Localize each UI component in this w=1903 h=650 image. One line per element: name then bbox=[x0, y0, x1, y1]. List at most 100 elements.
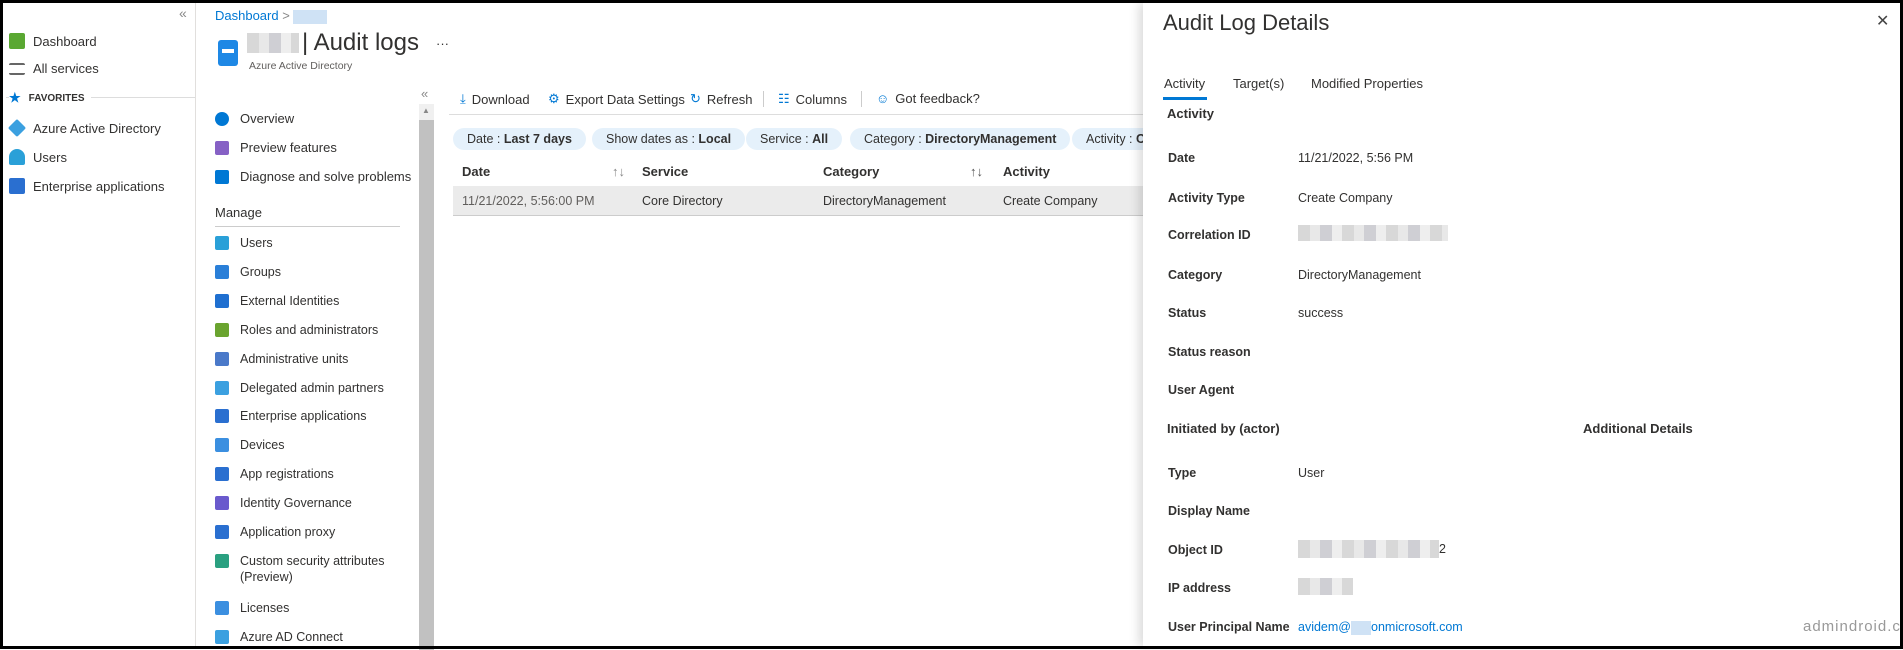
label: Custom security attributes (Preview) bbox=[240, 553, 385, 584]
column-header-activity[interactable]: Activity bbox=[1003, 164, 1050, 179]
menu-item-icon bbox=[215, 293, 229, 308]
label: Download bbox=[471, 91, 530, 107]
column-header-service[interactable]: Service bbox=[642, 164, 688, 179]
gear-icon: ⚙ bbox=[548, 91, 560, 106]
menu-item-icon bbox=[215, 236, 229, 250]
sidebar-item-azure-ad[interactable]: Azure Active Directory bbox=[7, 118, 161, 138]
label: Got feedback? bbox=[895, 91, 980, 106]
menu-scrollbar[interactable]: ▲ bbox=[419, 104, 434, 650]
menu-item[interactable]: Groups bbox=[215, 264, 281, 280]
menu-item[interactable]: Administrative units bbox=[215, 351, 348, 367]
menu-item[interactable]: Users bbox=[215, 235, 273, 251]
menu-item[interactable]: Diagnose and solve problems bbox=[215, 169, 411, 184]
label: Users bbox=[240, 236, 273, 250]
initiated-by-heading: Initiated by (actor) bbox=[1167, 421, 1280, 436]
section-heading: Activity bbox=[1167, 106, 1214, 121]
user-principal-name-link[interactable]: avidem@ onmicrosoft.com bbox=[1298, 620, 1463, 635]
tab-activity[interactable]: Activity bbox=[1164, 76, 1205, 91]
refresh-button[interactable]: ↻ Refresh bbox=[690, 91, 752, 107]
tab-modified-properties[interactable]: Modified Properties bbox=[1311, 76, 1423, 91]
download-button[interactable]: ⤓ Download bbox=[460, 91, 530, 107]
redacted-correlation-id bbox=[1298, 225, 1448, 241]
field-label: Date bbox=[1168, 151, 1196, 165]
tab-targets[interactable]: Target(s) bbox=[1233, 76, 1284, 91]
close-icon[interactable]: ✕ bbox=[1876, 11, 1889, 31]
breadcrumb: Dashboard > bbox=[215, 8, 328, 24]
filter-category[interactable]: Category : DirectoryManagement bbox=[850, 128, 1071, 150]
cell-date: 11/21/2022, 5:56:00 PM bbox=[462, 194, 595, 208]
collapse-menu-button[interactable]: « bbox=[421, 86, 428, 101]
label: Enterprise applications bbox=[240, 409, 367, 424]
azure-ad-icon bbox=[7, 118, 27, 138]
divider bbox=[763, 91, 764, 107]
menu-item[interactable]: Licenses bbox=[215, 600, 289, 616]
page-subtitle: Azure Active Directory bbox=[249, 60, 353, 72]
menu-item-icon bbox=[215, 169, 229, 184]
panel-title: Audit Log Details bbox=[1163, 10, 1330, 35]
enterprise-apps-icon bbox=[9, 178, 25, 194]
filter-service[interactable]: Service : All bbox=[746, 128, 843, 150]
menu-item[interactable]: Devices bbox=[215, 437, 284, 453]
feedback-icon: ☺ bbox=[876, 91, 890, 106]
menu-item-icon bbox=[215, 409, 229, 424]
menu-item-icon bbox=[215, 467, 229, 482]
collapse-sidebar-button[interactable]: « bbox=[179, 5, 187, 21]
menu-item[interactable]: Identity Governance bbox=[215, 495, 352, 511]
download-icon: ⤓ bbox=[460, 91, 466, 106]
label: Users bbox=[33, 149, 67, 165]
divider bbox=[861, 91, 862, 107]
title-text: | Audit logs bbox=[302, 29, 419, 56]
menu-item[interactable]: External Identities bbox=[215, 293, 339, 309]
object-id-value: 2 bbox=[1298, 540, 1446, 558]
breadcrumb-separator: > bbox=[282, 8, 290, 23]
menu-item[interactable]: Azure AD Connect bbox=[215, 629, 343, 645]
list-icon bbox=[9, 62, 25, 75]
column-header-date[interactable]: Date bbox=[462, 164, 490, 179]
field-value: 11/21/2022, 5:56 PM bbox=[1298, 151, 1414, 165]
cell-category: DirectoryManagement bbox=[823, 194, 946, 208]
label: Overview bbox=[240, 111, 295, 126]
menu-item[interactable]: Delegated admin partners bbox=[215, 380, 384, 396]
more-options-button[interactable]: ··· bbox=[436, 36, 449, 51]
label: All services bbox=[33, 61, 99, 76]
menu-item-icon bbox=[215, 140, 229, 155]
field-value: DirectoryManagement bbox=[1298, 268, 1421, 282]
audit-log-details-panel: Audit Log Details ✕ Activity Target(s) M… bbox=[1143, 3, 1903, 646]
label: Delegated admin partners bbox=[240, 380, 384, 395]
menu-item[interactable]: Overview bbox=[215, 111, 294, 126]
sidebar-item-enterprise-apps[interactable]: Enterprise applications bbox=[9, 178, 165, 194]
label: Enterprise applications bbox=[33, 178, 165, 194]
label: FAVORITES bbox=[28, 92, 85, 104]
menu-item-icon bbox=[215, 553, 229, 568]
redacted-tenant-name bbox=[247, 33, 299, 53]
sidebar-item-users[interactable]: Users bbox=[9, 149, 67, 165]
filter-date[interactable]: Date : Last 7 days bbox=[453, 128, 586, 150]
feedback-button[interactable]: ☺ Got feedback? bbox=[876, 91, 980, 106]
menu-item[interactable]: Roles and administrators bbox=[215, 322, 378, 338]
menu-item[interactable]: Custom security attributes (Preview) bbox=[215, 553, 385, 585]
additional-details-heading: Additional Details bbox=[1583, 421, 1693, 436]
column-header-category[interactable]: Category bbox=[823, 164, 879, 179]
label: Administrative units bbox=[240, 351, 349, 366]
export-settings-button[interactable]: ⚙ Export Data Settings bbox=[548, 91, 685, 107]
menu-item[interactable]: App registrations bbox=[215, 466, 334, 482]
label: Dashboard bbox=[33, 33, 97, 49]
field-value: User bbox=[1298, 466, 1325, 480]
sort-icon[interactable]: ↑↓ bbox=[612, 164, 625, 179]
menu-item-icon bbox=[215, 351, 229, 366]
columns-button[interactable]: ☷ Columns bbox=[778, 91, 847, 107]
sidebar-item-all-services[interactable]: All services bbox=[9, 61, 99, 76]
dashboard-icon bbox=[9, 33, 25, 49]
sort-icon[interactable]: ↑↓ bbox=[970, 164, 983, 179]
sidebar-item-dashboard[interactable]: Dashboard bbox=[9, 33, 97, 49]
menu-item[interactable]: Preview features bbox=[215, 140, 337, 155]
filter-show-dates[interactable]: Show dates as : Local bbox=[592, 128, 746, 150]
menu-item-icon bbox=[215, 322, 229, 337]
label: Azure AD Connect bbox=[240, 629, 343, 644]
menu-item[interactable]: Enterprise applications bbox=[215, 408, 366, 424]
menu-item[interactable]: Application proxy bbox=[215, 524, 335, 540]
breadcrumb-dashboard-link[interactable]: Dashboard bbox=[215, 8, 279, 23]
redacted-tenant bbox=[293, 9, 328, 24]
field-label: Status reason bbox=[1168, 345, 1251, 359]
scroll-up-icon[interactable]: ▲ bbox=[422, 106, 430, 115]
